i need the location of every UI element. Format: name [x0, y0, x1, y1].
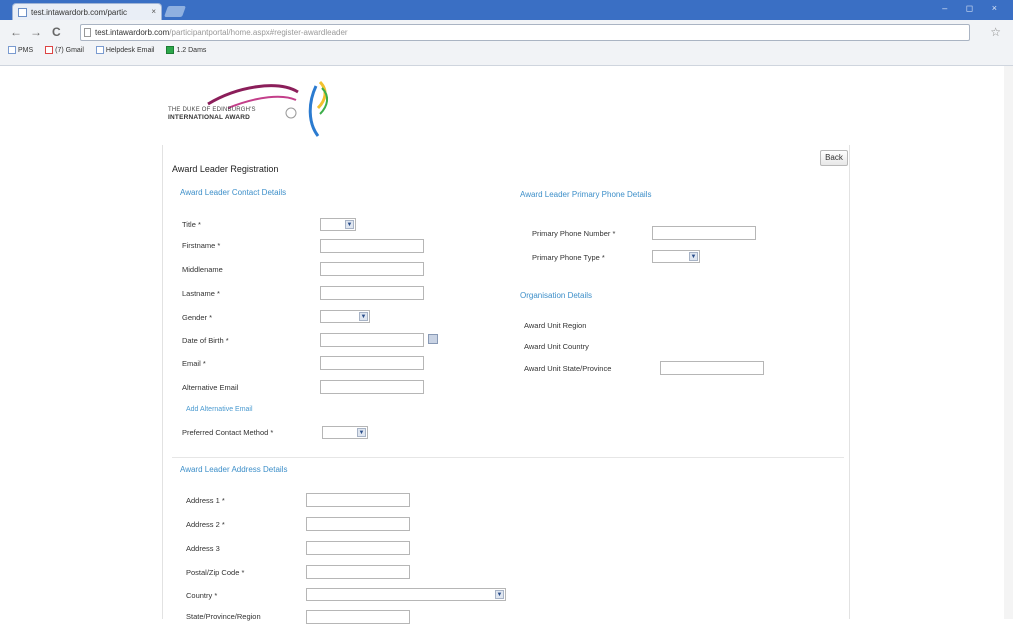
bookmark-item[interactable]: 1.2 Dams — [166, 46, 206, 54]
calendar-icon[interactable] — [428, 334, 438, 344]
bookmark-star-icon[interactable]: ☆ — [990, 25, 1001, 39]
page-favicon-icon — [18, 8, 27, 17]
title-label: Title * — [182, 220, 201, 229]
preferred-contact-label: Preferred Contact Method * — [182, 428, 274, 437]
url-path: /participantportal/home.aspx#register-aw… — [169, 28, 348, 37]
bookmark-icon — [8, 46, 16, 54]
address2-label: Address 2 * — [186, 520, 225, 529]
bookmark-item[interactable]: (7) Gmail — [45, 46, 84, 54]
chevron-down-icon: ▼ — [345, 220, 354, 229]
firstname-input[interactable] — [320, 239, 424, 253]
gender-label: Gender * — [182, 313, 213, 322]
chevron-down-icon: ▼ — [359, 312, 368, 321]
contact-details-heading: Award Leader Contact Details — [180, 188, 287, 197]
tab-title: test.intawardorb.com/partic — [31, 8, 128, 17]
browser-toolbar: ← → C test.intawardorb.com/participantpo… — [0, 20, 1013, 66]
alt-email-label: Alternative Email — [182, 383, 239, 392]
country-label: Country * — [186, 591, 218, 600]
address1-input[interactable] — [306, 493, 410, 507]
postal-code-input[interactable] — [306, 565, 410, 579]
address3-label: Address 3 — [186, 544, 220, 553]
email-input[interactable] — [320, 356, 424, 370]
award-logo: THE DUKE OF EDINBURGH'S INTERNATIONAL AW… — [168, 78, 348, 140]
logo-text: THE DUKE OF EDINBURGH'S INTERNATIONAL AW… — [168, 106, 256, 122]
dob-input[interactable] — [320, 333, 424, 347]
page-icon — [84, 28, 91, 37]
bookmarks-bar: PMS (7) Gmail Helpdesk Email 1.2 Dams — [8, 46, 216, 60]
gmail-icon — [45, 46, 54, 54]
page-icon — [95, 46, 104, 54]
phone-type-label: Primary Phone Type * — [532, 253, 605, 262]
address2-input[interactable] — [306, 517, 410, 531]
address1-label: Address 1 * — [186, 496, 225, 505]
logo-line-2: INTERNATIONAL AWARD — [168, 114, 251, 121]
country-select[interactable]: ▼ — [306, 588, 506, 601]
preferred-contact-select[interactable]: ▼ — [322, 426, 368, 439]
middlename-label: Middlename — [182, 265, 223, 274]
section-divider — [172, 457, 844, 458]
bookmark-item[interactable]: Helpdesk Email — [95, 46, 155, 54]
phone-number-label: Primary Phone Number * — [532, 229, 616, 238]
chevron-down-icon: ▼ — [357, 428, 366, 437]
lastname-label: Lastname * — [182, 289, 220, 298]
bookmark-label: 1.2 Dams — [176, 46, 207, 54]
phone-number-input[interactable] — [652, 226, 756, 240]
phone-details-heading: Award Leader Primary Phone Details — [520, 190, 652, 199]
back-arrow-icon[interactable]: ← — [10, 25, 22, 39]
browser-tab[interactable]: test.intawardorb.com/partic × — [12, 3, 162, 20]
address-bar[interactable]: test.intawardorb.com/participantportal/h… — [80, 24, 970, 41]
award-unit-state-input[interactable] — [660, 361, 764, 375]
reload-icon[interactable]: C — [52, 25, 61, 39]
tab-close-icon[interactable]: × — [151, 7, 156, 16]
page-title: Award Leader Registration — [172, 164, 279, 174]
postal-code-label: Postal/Zip Code * — [186, 568, 245, 577]
address3-input[interactable] — [306, 541, 410, 555]
phone-type-select[interactable]: ▼ — [652, 250, 700, 263]
award-unit-region-label: Award Unit Region — [524, 321, 587, 330]
title-select[interactable]: ▼ — [320, 218, 356, 231]
bookmark-label: (7) Gmail — [55, 46, 84, 54]
registration-panel — [162, 145, 850, 619]
lastname-input[interactable] — [320, 286, 424, 300]
dob-label: Date of Birth * — [182, 336, 229, 345]
forward-arrow-icon[interactable]: → — [30, 25, 42, 39]
new-tab-button[interactable] — [163, 6, 187, 17]
bookmark-item[interactable]: PMS — [8, 46, 33, 54]
add-alt-email-link[interactable]: Add Alternative Email — [186, 406, 253, 413]
firstname-label: Firstname * — [182, 241, 221, 250]
chevron-down-icon: ▼ — [689, 252, 698, 261]
alt-email-input[interactable] — [320, 380, 424, 394]
organisation-details-heading: Organisation Details — [520, 291, 593, 300]
logo-line-1: THE DUKE OF EDINBURGH'S — [168, 107, 256, 113]
chevron-down-icon: ▼ — [495, 590, 504, 599]
state-province-input[interactable] — [306, 610, 410, 624]
back-button[interactable]: Back — [820, 150, 848, 166]
award-unit-state-label: Award Unit State/Province — [524, 364, 612, 373]
bookmark-label: Helpdesk Email — [105, 46, 155, 54]
bookmark-icon — [166, 46, 175, 54]
url-host: test.intawardorb.com — [95, 28, 170, 37]
award-unit-country-label: Award Unit Country — [524, 342, 589, 351]
email-label: Email * — [182, 359, 206, 368]
middlename-input[interactable] — [320, 262, 424, 276]
window-controls[interactable]: – ◻ × — [942, 3, 1005, 14]
state-province-label: State/Province/Region — [186, 612, 261, 621]
address-details-heading: Award Leader Address Details — [180, 465, 288, 474]
page-scrollbar[interactable] — [1004, 66, 1013, 619]
bookmark-label: PMS — [18, 46, 34, 54]
browser-title-bar: test.intawardorb.com/partic × – ◻ × — [0, 0, 1013, 20]
gender-select[interactable]: ▼ — [320, 310, 370, 323]
